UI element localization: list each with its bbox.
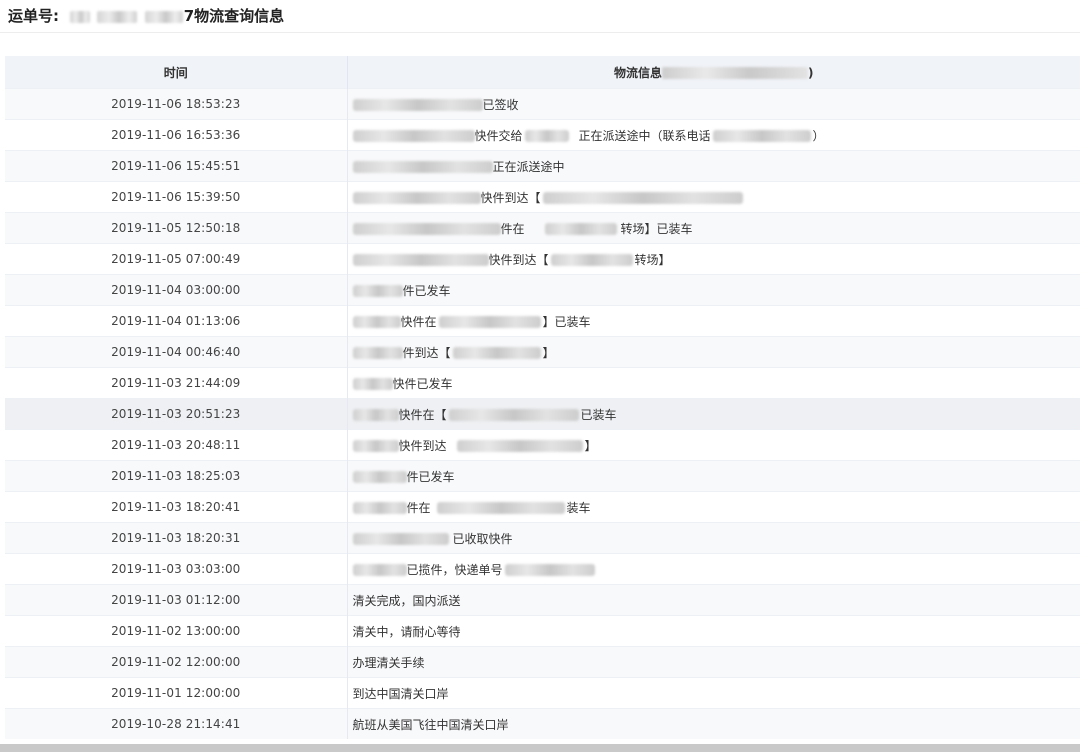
column-header-info-label: 物流信息 bbox=[614, 65, 663, 80]
row-time: 2019-11-03 20:48:11 bbox=[5, 429, 348, 461]
row-info: 快件到达【 bbox=[347, 181, 1080, 213]
table-row: 2019-11-04 00:46:40 件到达【】 bbox=[5, 336, 1080, 368]
title-divider bbox=[0, 32, 1080, 33]
table-row: 2019-11-03 01:12:00 清关完成，国内派送 bbox=[5, 584, 1080, 616]
row-time: 2019-11-06 18:53:23 bbox=[5, 88, 348, 120]
row-time: 2019-11-04 00:46:40 bbox=[5, 336, 348, 368]
row-info: 办理清关手续 bbox=[347, 646, 1080, 678]
table-row: 2019-11-01 12:00:00 到达中国清关口岸 bbox=[5, 677, 1080, 709]
row-time: 2019-11-03 18:20:41 bbox=[5, 491, 348, 523]
row-time: 2019-11-03 21:44:09 bbox=[5, 367, 348, 399]
row-time: 2019-11-03 01:12:00 bbox=[5, 584, 348, 616]
row-time: 2019-11-04 03:00:00 bbox=[5, 274, 348, 306]
row-time: 2019-11-01 12:00:00 bbox=[5, 677, 348, 709]
logistics-table: 时间 物流信息) 2019-11-06 18:53:23 已签收 2019-11… bbox=[5, 56, 1080, 739]
redacted-waybill-part bbox=[144, 10, 183, 23]
row-time: 2019-11-06 15:39:50 bbox=[5, 181, 348, 213]
row-info: 快件到达【 转场】 bbox=[347, 243, 1080, 275]
table-row: 2019-11-03 18:20:31 已收取快件 bbox=[5, 522, 1080, 554]
redacted-header-text bbox=[662, 67, 809, 79]
table-row: 2019-11-02 13:00:00 清关中，请耐心等待 bbox=[5, 615, 1080, 647]
title-suffix: 7物流查询信息 bbox=[183, 7, 285, 25]
row-info: 正在派送途中 bbox=[347, 150, 1080, 182]
table-row: 2019-11-04 03:00:00 件已发车 bbox=[5, 274, 1080, 306]
table-header-row: 时间 物流信息) bbox=[5, 56, 1080, 89]
table-row: 2019-11-04 01:13:06 快件在 】已装车 bbox=[5, 305, 1080, 337]
row-info: 快件到达】 bbox=[347, 429, 1080, 461]
table-row: 2019-11-06 18:53:23 已签收 bbox=[5, 88, 1080, 120]
row-info: 快件交给 正在派送途中（联系电话） bbox=[347, 119, 1080, 151]
row-time: 2019-11-06 15:45:51 bbox=[5, 150, 348, 182]
row-time: 2019-11-06 16:53:36 bbox=[5, 119, 348, 151]
row-info: 快件已发车 bbox=[347, 367, 1080, 399]
row-time: 2019-11-03 20:51:23 bbox=[5, 398, 348, 430]
row-info: 件在 装车 bbox=[347, 491, 1080, 523]
row-info: 快件在 】已装车 bbox=[347, 305, 1080, 337]
table-row: 2019-11-03 18:25:03 件已发车 bbox=[5, 460, 1080, 492]
row-info: 已签收 bbox=[347, 88, 1080, 120]
row-info: 已揽件，快递单号 bbox=[347, 553, 1080, 585]
row-info: 清关完成，国内派送 bbox=[347, 584, 1080, 616]
row-time: 2019-11-03 18:25:03 bbox=[5, 460, 348, 492]
waybill-label: 运单号: bbox=[8, 7, 59, 25]
table-row: 2019-11-03 18:20:41 件在 装车 bbox=[5, 491, 1080, 523]
row-time: 2019-11-03 18:20:31 bbox=[5, 522, 348, 554]
row-time: 2019-11-05 07:00:49 bbox=[5, 243, 348, 275]
column-header-info-tail: ) bbox=[808, 65, 814, 80]
redacted-waybill-part bbox=[97, 10, 138, 23]
row-time: 2019-11-03 03:03:00 bbox=[5, 553, 348, 585]
table-row: 2019-11-03 03:03:00 已揽件，快递单号 bbox=[5, 553, 1080, 585]
row-info: 件已发车 bbox=[347, 274, 1080, 306]
row-time: 2019-10-28 21:14:41 bbox=[5, 708, 348, 739]
table-row: 2019-11-06 15:39:50 快件到达【 bbox=[5, 181, 1080, 213]
table-row: 2019-11-03 20:51:23 快件在【 已装车 bbox=[5, 398, 1080, 430]
row-time: 2019-11-05 12:50:18 bbox=[5, 212, 348, 244]
row-time: 2019-11-04 01:13:06 bbox=[5, 305, 348, 337]
table-row: 2019-11-05 07:00:49 快件到达【 转场】 bbox=[5, 243, 1080, 275]
page-title: 运单号: 7物流查询信息 bbox=[8, 5, 284, 27]
row-info: 到达中国清关口岸 bbox=[347, 677, 1080, 709]
row-info: 件到达【】 bbox=[347, 336, 1080, 368]
row-time: 2019-11-02 12:00:00 bbox=[5, 646, 348, 678]
row-info: 已收取快件 bbox=[347, 522, 1080, 554]
table-row: 2019-11-06 16:53:36 快件交给 正在派送途中（联系电话） bbox=[5, 119, 1080, 151]
row-info: 件在 转场】已装车 bbox=[347, 212, 1080, 244]
table-row: 2019-11-02 12:00:00 办理清关手续 bbox=[5, 646, 1080, 678]
table-row: 2019-11-05 12:50:18 件在 转场】已装车 bbox=[5, 212, 1080, 244]
column-header-info: 物流信息) bbox=[347, 56, 1080, 89]
table-row: 2019-10-28 21:14:41 航班从美国飞往中国清关口岸 bbox=[5, 708, 1080, 739]
row-info: 快件在【 已装车 bbox=[347, 398, 1080, 430]
row-info: 件已发车 bbox=[347, 460, 1080, 492]
row-time: 2019-11-02 13:00:00 bbox=[5, 615, 348, 647]
row-info: 清关中，请耐心等待 bbox=[347, 615, 1080, 647]
row-info: 航班从美国飞往中国清关口岸 bbox=[347, 708, 1080, 739]
table-row: 2019-11-03 21:44:09 快件已发车 bbox=[5, 367, 1080, 399]
horizontal-scrollbar[interactable] bbox=[0, 744, 1080, 752]
redacted-waybill-part bbox=[70, 10, 91, 23]
table-row: 2019-11-06 15:45:51 正在派送途中 bbox=[5, 150, 1080, 182]
column-header-time: 时间 bbox=[5, 56, 348, 89]
table-row: 2019-11-03 20:48:11 快件到达】 bbox=[5, 429, 1080, 461]
